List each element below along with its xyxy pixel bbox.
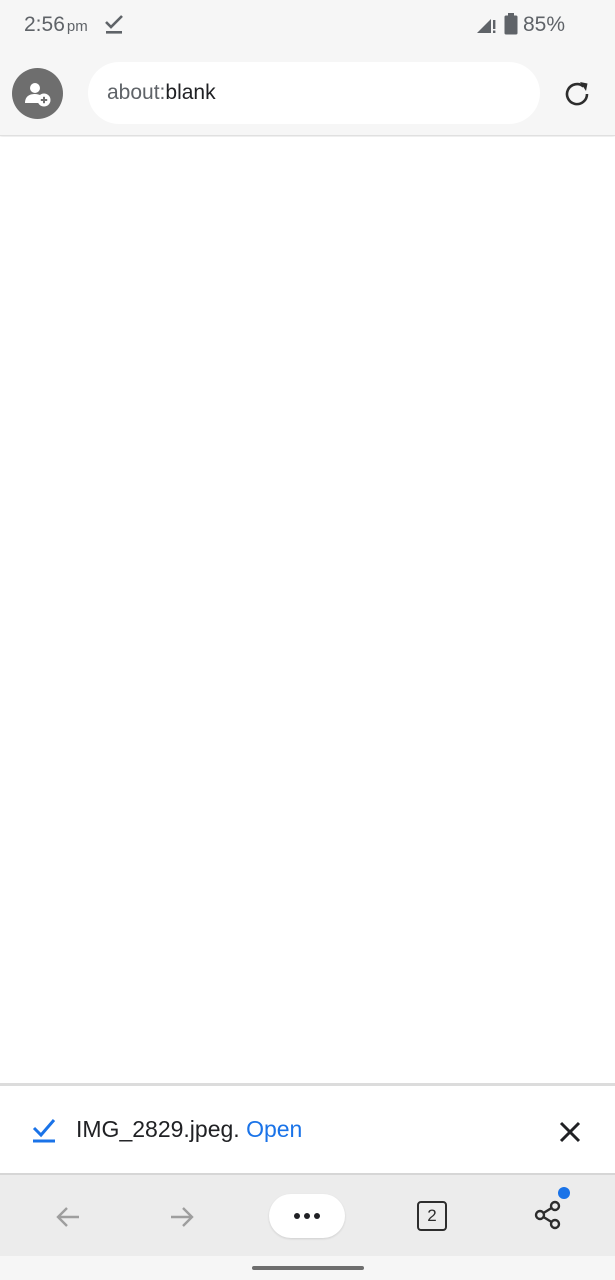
share-notification-dot [558, 1187, 570, 1199]
address-host: blank [165, 81, 216, 104]
gesture-handle[interactable] [252, 1266, 364, 1270]
address-bar[interactable]: about: blank [88, 62, 540, 124]
more-icon [294, 1213, 320, 1219]
reload-icon [565, 82, 589, 106]
address-scheme: about: [107, 81, 166, 104]
close-icon[interactable] [556, 1118, 584, 1146]
forward-arrow-icon [171, 1207, 194, 1227]
profile-icon [24, 82, 50, 106]
gesture-area [0, 1256, 615, 1280]
tabs-icon: 2 [427, 1206, 437, 1225]
bottom-navigation: 2 [0, 1173, 615, 1256]
status-time: 2:56 pm [24, 13, 88, 37]
battery-icon [504, 13, 518, 35]
profile-button[interactable] [12, 68, 63, 119]
download-bar: IMG_2829.jpeg. Open [0, 1083, 615, 1173]
download-done-icon [105, 15, 123, 34]
share-icon [534, 1200, 561, 1230]
download-open-link[interactable]: Open [246, 1116, 302, 1142]
page-content[interactable] [0, 137, 615, 1083]
more-menu-button[interactable] [269, 1194, 345, 1238]
download-message: IMG_2829.jpeg. Open [76, 1116, 302, 1143]
status-time-value: 2:56 [24, 13, 65, 36]
forward-button[interactable] [164, 1199, 200, 1235]
battery-percent: 85% [523, 13, 566, 36]
download-filename: IMG_2829.jpeg. [76, 1116, 240, 1142]
tabs-button[interactable]: 2 [417, 1201, 447, 1231]
back-button[interactable] [50, 1199, 86, 1235]
share-button[interactable] [530, 1197, 566, 1233]
status-bar: 2:56 pm 85% [0, 0, 615, 52]
reload-button[interactable] [558, 75, 596, 113]
back-arrow-icon [56, 1207, 79, 1227]
download-check-icon [32, 1119, 56, 1143]
signal-icon [477, 19, 496, 33]
browser-toolbar: about: blank [0, 52, 615, 136]
status-ampm: pm [66, 18, 88, 35]
